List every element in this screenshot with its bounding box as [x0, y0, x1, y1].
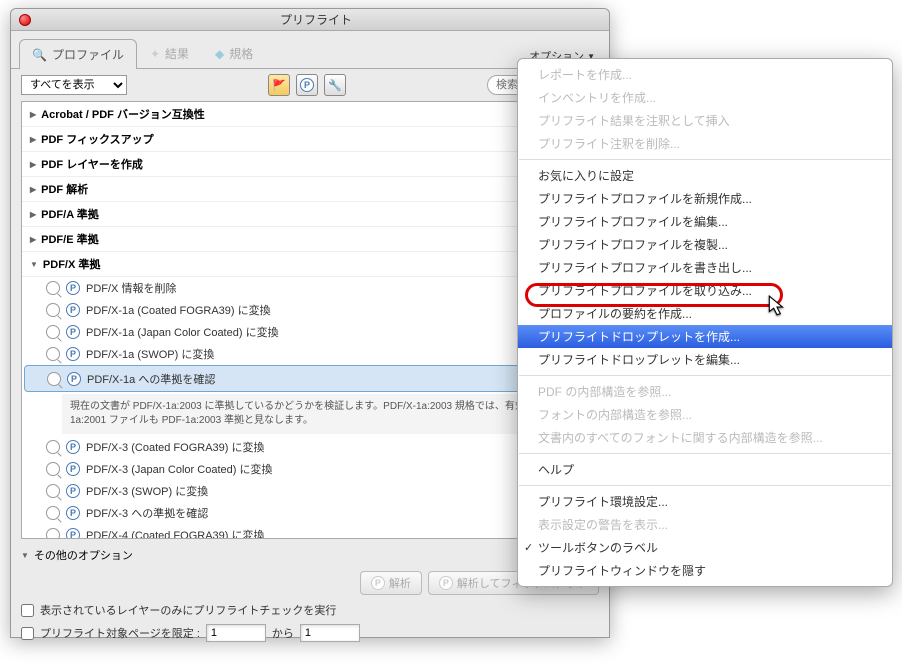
lens-icon [46, 462, 60, 476]
menu-item[interactable]: インベントリを作成... [518, 86, 892, 109]
tree-header[interactable]: PDF 解析 [22, 177, 598, 202]
lens-icon [46, 528, 60, 539]
other-options-toggle[interactable]: その他のオプション [21, 543, 599, 567]
lens-icon [46, 303, 60, 317]
menu-item[interactable]: 文書内のすべてのフォントに関する内部構造を参照... [518, 426, 892, 449]
menu-item[interactable]: プリフライトプロファイルを書き出し... [518, 256, 892, 279]
p-icon: P [66, 484, 80, 498]
tool-flag-button[interactable]: 🚩 [268, 74, 290, 96]
tree-item[interactable]: PPDF/X-1a (Coated FOGRA39) に変換 [22, 299, 598, 321]
p-icon: P [66, 303, 80, 317]
p-icon: P [66, 462, 80, 476]
close-button[interactable] [19, 14, 31, 26]
menu-item[interactable]: プリフライトプロファイルを新規作成... [518, 187, 892, 210]
menu-item[interactable]: レポートを作成... [518, 63, 892, 86]
profile-icon: 🔍 [32, 48, 47, 62]
p-icon: P [439, 576, 453, 590]
lens-icon [47, 372, 61, 386]
page-from-input[interactable] [206, 624, 266, 642]
menu-item-checked[interactable]: ツールボタンのラベル [518, 536, 892, 559]
p-icon: P [67, 372, 81, 386]
tree-item[interactable]: PPDF/X 情報を削除 [22, 277, 598, 299]
lens-icon [46, 506, 60, 520]
lens-icon [46, 347, 60, 361]
menu-item[interactable]: プリフライト環境設定... [518, 490, 892, 513]
layers-checkbox[interactable] [21, 604, 34, 617]
menu-item[interactable]: 表示設定の警告を表示... [518, 513, 892, 536]
tree-item-selected[interactable]: PPDF/X-1a への準拠を確認編集 [24, 365, 596, 392]
tree-item[interactable]: PPDF/X-3 への準拠を確認 [22, 502, 598, 524]
page-to-input[interactable] [300, 624, 360, 642]
tree-item[interactable]: PPDF/X-3 (Japan Color Coated) に変換 [22, 458, 598, 480]
p-icon: P [66, 325, 80, 339]
p-icon: P [66, 440, 80, 454]
menu-item-highlighted[interactable]: プリフライトドロップレットを作成... [518, 325, 892, 348]
menu-separator [519, 453, 891, 454]
layers-checkbox-row: 表示されているレイヤーのみにプリフライトチェックを実行 [21, 599, 599, 621]
profile-tree[interactable]: Acrobat / PDF バージョン互換性 PDF フィックスアップ PDF … [21, 101, 599, 539]
menu-item[interactable]: ヘルプ [518, 458, 892, 481]
menu-item[interactable]: プリフライト注釈を削除... [518, 132, 892, 155]
tool-p-button[interactable]: P [296, 74, 318, 96]
options-menu: レポートを作成... インベントリを作成... プリフライト結果を注釈として挿入… [517, 58, 893, 587]
tree-item[interactable]: PPDF/X-1a (Japan Color Coated) に変換 [22, 321, 598, 343]
tool-wrench-button[interactable]: 🔧 [324, 74, 346, 96]
menu-item[interactable]: プリフライト結果を注釈として挿入 [518, 109, 892, 132]
checkbox-label: プリフライト対象ページを限定 : [40, 625, 200, 641]
tab-label: プロファイル [52, 46, 124, 63]
p-icon: P [66, 347, 80, 361]
menu-item[interactable]: プリフライトプロファイルを複製... [518, 233, 892, 256]
lens-icon [46, 281, 60, 295]
menu-separator [519, 375, 891, 376]
p-icon: P [371, 576, 385, 590]
bottom-panel: その他のオプション P解析 P解析してフィックスアップ 表示されているレイヤーの… [21, 543, 599, 645]
menu-item[interactable]: プリフライトドロップレットを編集... [518, 348, 892, 371]
tab-label: 結果 [165, 45, 189, 62]
flag-icon: 🚩 [272, 79, 286, 92]
menu-item[interactable]: フォントの内部構造を参照... [518, 403, 892, 426]
tree-item[interactable]: PPDF/X-1a (SWOP) に変換 [22, 343, 598, 365]
titlebar: プリフライト [11, 9, 609, 31]
p-icon: P [300, 78, 314, 92]
lens-icon [46, 325, 60, 339]
menu-separator [519, 159, 891, 160]
menu-item[interactable]: PDF の内部構造を参照... [518, 380, 892, 403]
p-icon: P [66, 506, 80, 520]
menu-item[interactable]: プリフライトウィンドウを隠す [518, 559, 892, 582]
lens-icon [46, 440, 60, 454]
wrench-icon: 🔧 [328, 79, 342, 92]
tree-header[interactable]: Acrobat / PDF バージョン互換性 [22, 102, 598, 127]
tree-item[interactable]: PPDF/X-4 (Coated FOGRA39) に変換 [22, 524, 598, 539]
pages-checkbox[interactable] [21, 627, 34, 640]
filter-select[interactable]: すべてを表示 [21, 75, 127, 95]
menu-item[interactable]: プリフライトプロファイルを編集... [518, 210, 892, 233]
p-icon: P [66, 528, 80, 539]
tab-results[interactable]: ✦ 結果 [137, 38, 202, 68]
tree-item[interactable]: PPDF/X-3 (SWOP) に変換 [22, 480, 598, 502]
item-description: 現在の文書が PDF/X-1a:2003 に準拠しているかどうかを検証します。P… [62, 394, 590, 434]
tree-header[interactable]: PDF/E 準拠 [22, 227, 598, 252]
tree-header[interactable]: PDF/X 準拠 [22, 252, 598, 277]
analyze-button[interactable]: P解析 [360, 571, 422, 595]
tree-header[interactable]: PDF フィックスアップ [22, 127, 598, 152]
lens-icon [46, 484, 60, 498]
standards-icon: ◆ [215, 47, 224, 61]
tab-profile[interactable]: 🔍 プロファイル [19, 39, 137, 69]
tree-item[interactable]: PPDF/X-3 (Coated FOGRA39) に変換 [22, 436, 598, 458]
menu-item[interactable]: お気に入りに設定 [518, 164, 892, 187]
results-icon: ✦ [150, 47, 160, 61]
pages-checkbox-row: プリフライト対象ページを限定 : から [21, 621, 599, 645]
menu-item[interactable]: プリフライトプロファイルを取り込み... [518, 279, 892, 302]
menu-item[interactable]: プロファイルの要約を作成... [518, 302, 892, 325]
tab-label: 規格 [229, 45, 253, 62]
menu-separator [519, 485, 891, 486]
tree-header[interactable]: PDF レイヤーを作成 [22, 152, 598, 177]
tree-header[interactable]: PDF/A 準拠 [22, 202, 598, 227]
checkbox-label: 表示されているレイヤーのみにプリフライトチェックを実行 [40, 602, 336, 618]
window-title: プリフライト [31, 11, 601, 28]
p-icon: P [66, 281, 80, 295]
page-sep-label: から [272, 625, 294, 641]
tab-standards[interactable]: ◆ 規格 [202, 38, 266, 68]
